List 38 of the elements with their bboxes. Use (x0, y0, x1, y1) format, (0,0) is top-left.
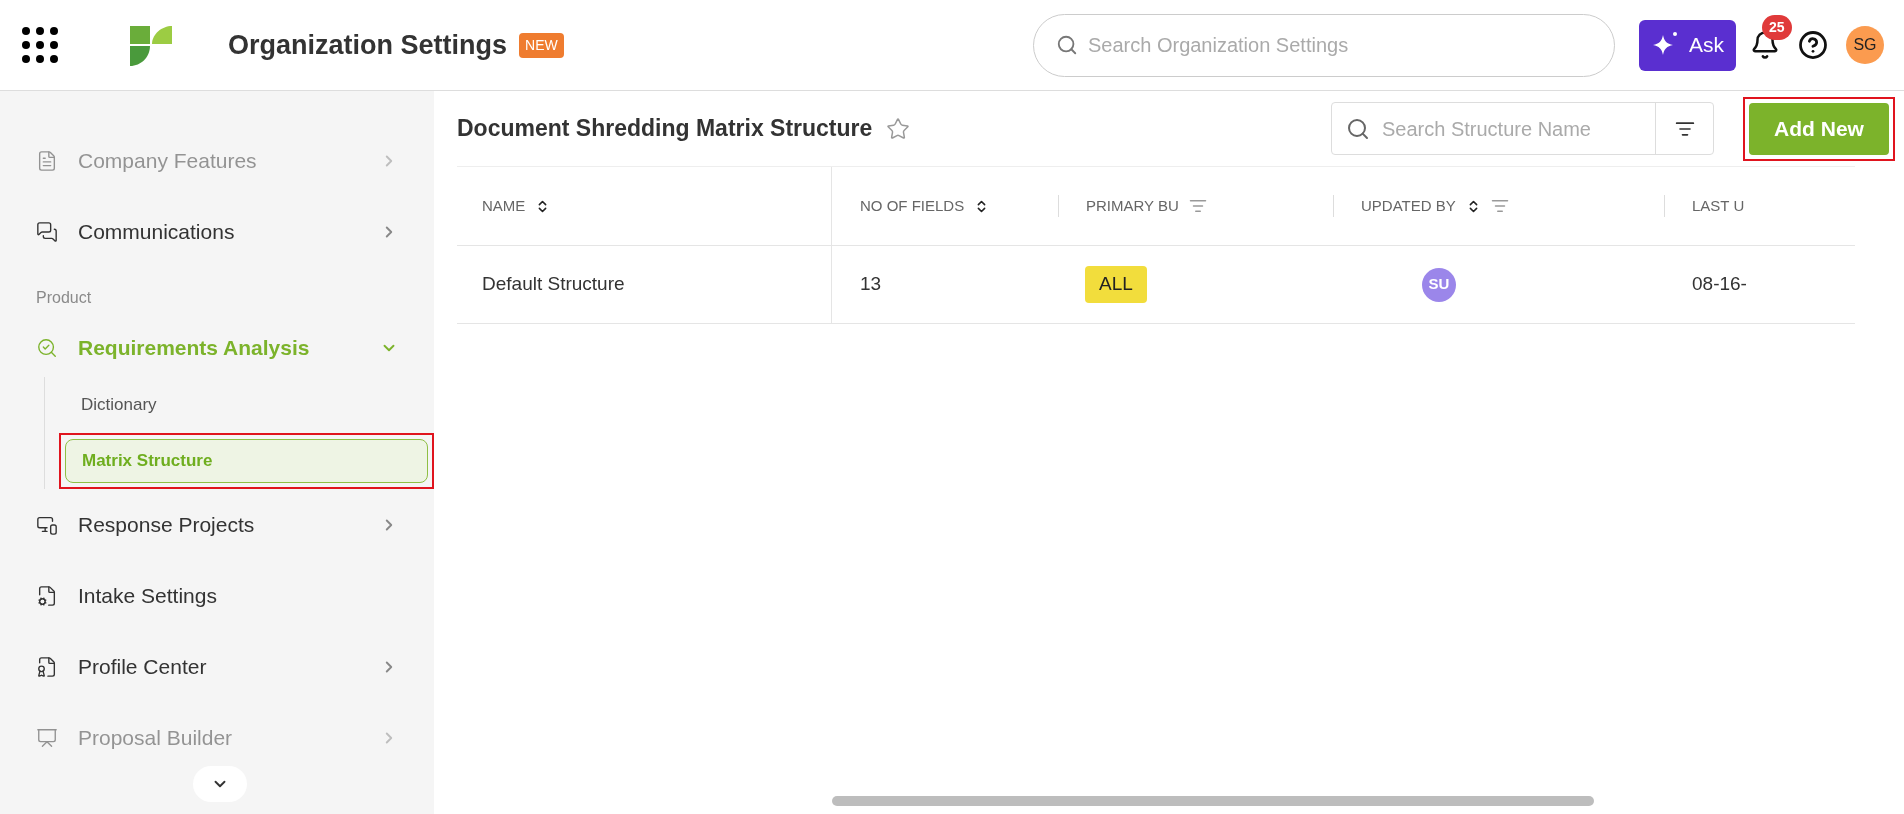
column-header: LAST U (1692, 195, 1745, 216)
column-header: NAME (482, 195, 526, 216)
table-cell-text: 08-16- (1692, 272, 1747, 297)
column-header: NO OF FIELDS (860, 195, 965, 216)
user-avatar: SU (1422, 267, 1456, 302)
column-header: UPDATED BY (1361, 195, 1456, 216)
search-input[interactable]: Search Structure Name (1382, 113, 1655, 144)
ask-button[interactable]: Ask (1639, 19, 1736, 71)
sidebar-item[interactable]: Intake Settings (0, 560, 434, 631)
scrollbar[interactable] (832, 796, 1594, 806)
filter-icon[interactable] (1188, 197, 1207, 215)
notification-bell-icon[interactable] (1750, 30, 1780, 60)
sidebar-item[interactable]: Communications (0, 196, 434, 267)
tag: ALL (1085, 266, 1147, 303)
search-field[interactable]: Search Structure Name (1331, 102, 1714, 155)
user-avatar[interactable]: SG (1846, 26, 1884, 64)
filter-icon[interactable] (1490, 197, 1509, 215)
sidebar-item[interactable]: Profile Center (0, 631, 434, 702)
logo-icon (130, 24, 172, 66)
search-icon (1346, 116, 1370, 141)
column-header: PRIMARY BU (1086, 195, 1179, 216)
app-title: Organization Settings (228, 28, 508, 62)
table-cell-text: Default Structure (482, 272, 625, 297)
sidebar-item[interactable]: Response Projects (0, 489, 434, 560)
star-icon[interactable] (886, 116, 911, 141)
search-input[interactable]: Search Organization Settings (1088, 30, 1614, 60)
table-cell-text: 13 (860, 272, 882, 297)
search-icon (1056, 34, 1078, 56)
app-grid-icon[interactable] (22, 27, 58, 63)
new-tag: NEW (519, 32, 564, 58)
document-gear-icon (36, 584, 58, 607)
section-heading: Product (36, 288, 92, 308)
page-title: Document Shredding Matrix Structure (457, 114, 873, 144)
chat-icon (36, 220, 58, 243)
submenu-item[interactable]: Dictionary (65, 383, 428, 427)
help-icon[interactable] (1798, 30, 1828, 60)
table-row[interactable]: Default Structure 13 ALL SU 08-16- (457, 246, 1855, 324)
notification-count: 25 (1762, 15, 1792, 40)
